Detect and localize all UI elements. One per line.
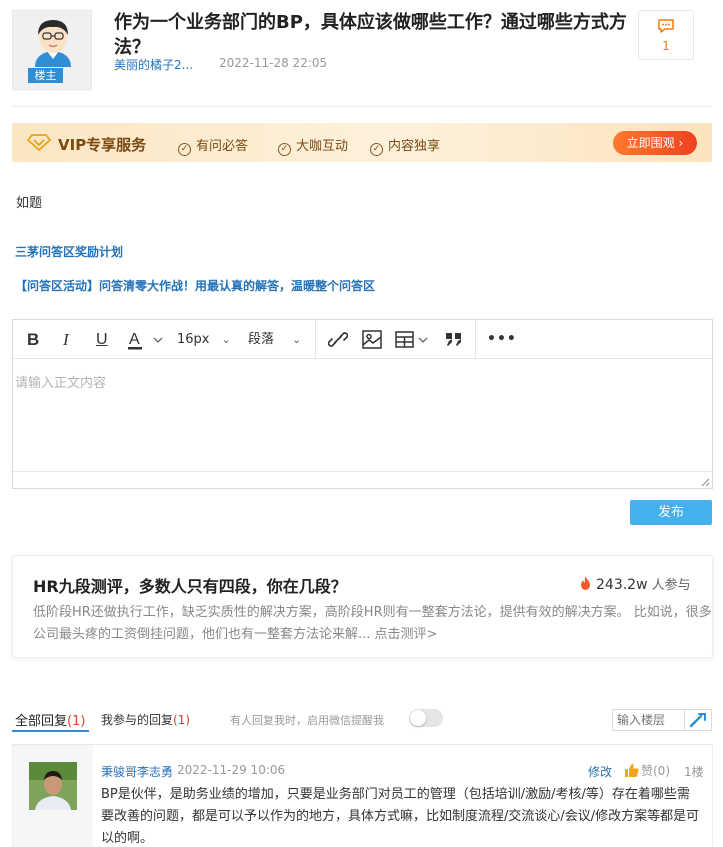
font-size-select[interactable]: 16px ⌄ [177,320,231,359]
question-time: 2022-11-28 22:05 [219,56,328,70]
like-label: 赞(0) [641,764,670,778]
italic-button[interactable]: I [63,320,69,359]
check-circle-icon: ✓ [370,143,383,156]
vip-feature-label: 大咖互动 [296,139,349,154]
reply-item: 秉骏哥李志勇 2022-11-29 10:06 修改 赞(0) 1楼 BP是伙伴… [12,745,713,847]
question-author-link[interactable]: 美丽的橘子2... [114,56,193,73]
publish-button[interactable]: 发布 [630,500,712,525]
question-title: 作为一个业务部门的BP，具体应该做哪些工作？通过哪些方式方法？ [114,12,627,58]
reply-time: 2022-11-29 10:06 [177,763,286,777]
participant-number: 243.2w [596,577,648,593]
reply-floor-number: 1楼 [684,765,704,779]
thumbs-up-icon [625,763,639,777]
toolbar-divider [315,320,316,359]
table-icon [395,331,428,348]
reply-avatar[interactable] [29,762,77,810]
bold-icon: B [27,330,40,349]
hr-test-card[interactable]: HR九段测评，多数人只有四段，你在几段？ 243.2w 人参与 低阶段HR还做执… [12,555,713,658]
vip-feature-label: 有问必答 [196,139,249,154]
chevron-down-icon: ⌄ [221,333,231,346]
participant-suffix: 人参与 [651,578,691,593]
image-icon [362,330,382,349]
italic-icon: I [63,330,69,349]
reward-plan-link[interactable]: 三茅问答区奖励计划 [15,243,123,260]
host-badge: 楼主 [28,68,63,83]
vip-feature: ✓ 有问必答 [178,135,248,156]
tab-all-label: 全部回复 [15,714,68,729]
vip-feature-label: 内容独享 [388,139,441,154]
active-tab-indicator [12,730,89,732]
activity-link[interactable]: 【问答区活动】问答清零大作战！用最认真的解答，温暖整个问答区 [15,277,375,294]
font-color-icon: A [128,331,163,350]
floor-input[interactable] [612,709,684,731]
link-icon [327,332,349,347]
vip-title: VIP专享服务 [58,136,147,154]
chevron-right-icon: › [678,136,684,150]
divider [12,106,712,107]
table-button[interactable] [395,320,433,359]
quote-button[interactable] [446,320,462,359]
quote-icon [446,333,461,346]
like-button[interactable]: 赞(0) [625,762,670,779]
check-circle-icon: ✓ [178,143,191,156]
underline-button[interactable]: U [96,320,108,359]
resize-handle-icon[interactable] [701,478,710,487]
editor-status-divider [13,471,712,472]
vip-diamond-icon [27,134,51,151]
more-button[interactable]: ••• [487,320,517,359]
vip-join-button[interactable]: 立即围观 › [613,131,697,155]
tab-mine-label: 我参与的回复 [101,713,174,727]
vip-feature: ✓ 大咖互动 [278,135,348,156]
jump-icon [689,713,706,728]
tab-all-count: (1) [67,714,86,729]
vip-feature: ✓ 内容独享 [370,135,440,156]
check-circle-icon: ✓ [278,143,291,156]
editor-toolbar: B I U A 16px ⌄ 段落 ⌄ ••• [13,320,712,359]
editor-input[interactable]: 请输入正文内容 [15,372,106,391]
paragraph-select[interactable]: 段落 ⌄ [248,320,301,359]
comment-icon [658,19,674,33]
comment-count: 1 [662,39,670,53]
reply-author-link[interactable]: 秉骏哥李志勇 [101,763,173,780]
reply-edit-link[interactable]: 修改 [588,763,612,780]
promo-title: HR九段测评，多数人只有四段，你在几段？ [33,577,347,596]
wechat-notify-text: 有人回复我时，启用微信提醒我 [230,714,384,727]
vip-service-bar: VIP专享服务 ✓ 有问必答 ✓ 大咖互动 ✓ 内容独享 立即围观 › [12,123,712,162]
underline-icon: U [96,331,108,348]
font-size-value: 16px [177,332,210,347]
reply-content: BP是伙伴，是助务业绩的增加，只要是业务部门对员工的管理（包括培训/激励/考核/… [101,787,700,846]
chevron-down-icon: ⌄ [292,333,302,346]
toggle-knob [410,710,426,726]
fire-icon [581,576,590,590]
comment-button[interactable]: 1 [638,10,694,60]
bold-button[interactable]: B [27,320,39,359]
avatar-cartoon-icon [35,20,71,67]
floor-jump-button[interactable] [684,709,712,731]
reply-side-panel [13,745,93,847]
image-button[interactable] [362,320,382,359]
wechat-notify-toggle[interactable] [409,709,443,727]
tab-my-replies[interactable]: 我参与的回复(1) [101,711,190,728]
vip-join-label: 立即围观 [626,136,675,150]
toolbar-divider [475,320,476,359]
promo-description: 低阶段HR还做执行工作，缺乏实质性的解决方案，高阶段HR则有一整套方法论，提供有… [33,605,712,642]
paragraph-value: 段落 [248,332,275,347]
reply-editor: B I U A 16px ⌄ 段落 ⌄ ••• 请输入正文内容 [12,319,713,489]
question-body: 如题 [16,196,43,211]
participant-count: 243.2w 人参与 [579,574,691,593]
tab-all-replies[interactable]: 全部回复(1) [15,710,85,729]
link-button[interactable] [327,320,349,359]
svg-text:A: A [129,331,140,348]
font-color-button[interactable]: A [128,320,168,359]
host-avatar[interactable]: 楼主 [12,10,92,90]
user-photo-icon [29,762,77,810]
more-icon: ••• [487,331,517,347]
tab-mine-count: (1) [173,713,191,727]
